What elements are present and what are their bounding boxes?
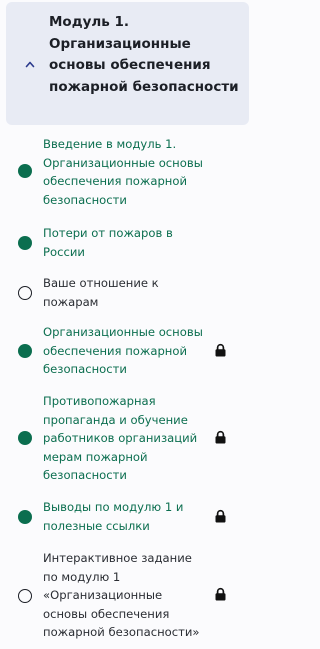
completed-status-icon [18, 431, 32, 445]
lesson-title: Введение в модуль 1. Организационные осн… [43, 137, 203, 207]
chevron-up-icon [25, 61, 35, 68]
lesson-title: Выводы по модулю 1 и полезные ссылки [43, 500, 184, 533]
lock-icon [215, 509, 226, 523]
lesson-title: Потери от пожаров в России [43, 226, 173, 259]
lock-icon [215, 587, 226, 601]
lesson-title: Интерактивное задание по модулю 1 «Орган… [43, 551, 200, 639]
lesson-item-4[interactable]: Организационные основы обеспечения пожар… [0, 323, 256, 381]
lesson-title: Организационные основы обеспечения пожар… [43, 325, 203, 376]
completed-status-icon [18, 344, 32, 358]
lesson-item-3[interactable]: Ваше отношение к пожарам [0, 274, 256, 314]
lesson-item-2[interactable]: Потери от пожаров в России [0, 224, 256, 264]
module-header[interactable]: Модуль 1. Организационные основы обеспеч… [6, 2, 249, 125]
lesson-item-6[interactable]: Выводы по модулю 1 и полезные ссылки [0, 498, 256, 538]
course-outline-panel: Модуль 1. Организационные основы обеспеч… [0, 0, 256, 649]
completed-status-icon [18, 510, 32, 524]
lesson-item-1[interactable]: Введение в модуль 1. Организационные осн… [0, 133, 256, 213]
lock-icon [215, 343, 226, 357]
not-started-status-icon [18, 589, 32, 603]
not-started-status-icon [18, 286, 32, 300]
lock-icon [215, 430, 226, 444]
lesson-title: Противопожарная пропаганда и обучение ра… [43, 394, 198, 482]
completed-status-icon [18, 236, 32, 250]
completed-status-icon [18, 164, 32, 178]
lesson-item-5[interactable]: Противопожарная пропаганда и обучение ра… [0, 392, 256, 487]
lesson-item-7[interactable]: Интерактивное задание по модулю 1 «Орган… [0, 549, 256, 645]
lesson-title: Ваше отношение к пожарам [43, 276, 159, 309]
module-title: Модуль 1. Организационные основы обеспеч… [49, 14, 239, 95]
